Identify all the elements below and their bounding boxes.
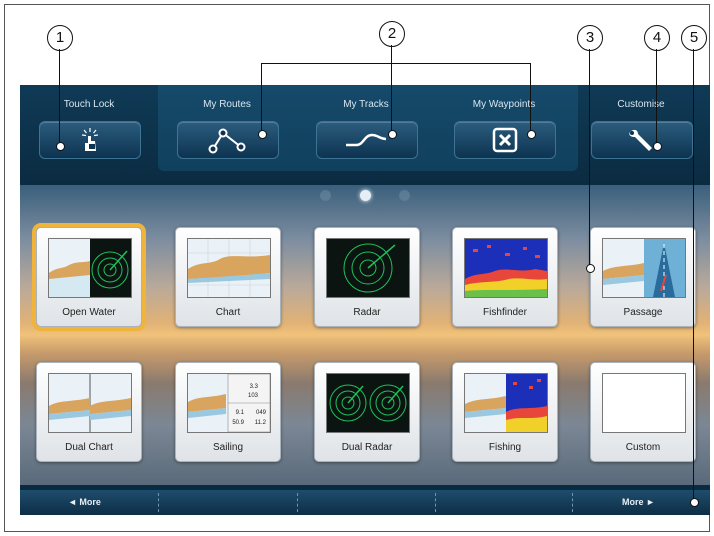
leader-point-2b <box>388 130 397 139</box>
leader-line-2c <box>530 63 531 133</box>
tile-dual-radar[interactable]: Dual Radar <box>314 362 420 462</box>
figure-frame: 1 2 3 4 5 Touch Lock My Routes My Tracks… <box>4 4 710 532</box>
my-routes-item: My Routes <box>158 85 296 171</box>
callout-3: 3 <box>577 25 603 51</box>
chart-thumbnail <box>187 238 271 298</box>
leader-line-2-bar <box>261 63 531 64</box>
custom-thumbnail <box>602 373 686 433</box>
leader-line-2a <box>261 63 262 133</box>
leader-point-3 <box>586 264 595 273</box>
passage-thumbnail <box>602 238 686 298</box>
tile-open-water[interactable]: Open Water <box>36 227 142 327</box>
touch-lock-item: Touch Lock <box>20 85 158 171</box>
my-waypoints-item: My Waypoints <box>435 85 573 171</box>
sailing-value: 9.1 <box>236 410 245 416</box>
page-dot-1[interactable] <box>320 190 332 201</box>
my-tracks-label: My Tracks <box>343 99 389 110</box>
callout-5: 5 <box>681 25 707 51</box>
tile-label: Chart <box>215 307 241 318</box>
leader-point-2c <box>527 130 536 139</box>
fishing-thumbnail <box>464 373 548 433</box>
my-waypoints-button[interactable] <box>454 121 556 159</box>
open-water-thumbnail <box>48 238 132 298</box>
callout-1: 1 <box>47 25 73 51</box>
dual-chart-thumbnail <box>48 373 132 433</box>
sailing-value: 11.2 <box>255 420 267 426</box>
waypoint-icon <box>492 127 518 153</box>
tile-radar[interactable]: Radar <box>314 227 420 327</box>
leader-line-4 <box>656 49 657 145</box>
divider <box>435 493 437 512</box>
sailing-value: 3.3 <box>250 384 259 390</box>
sailing-value: 103 <box>248 393 259 399</box>
home-screen: Touch Lock My Routes My Tracks My Waypoi… <box>20 85 710 515</box>
more-left-button[interactable]: ◄ More <box>68 490 101 515</box>
bottom-bar: ◄ More More ► <box>20 490 710 515</box>
callout-2: 2 <box>379 21 405 47</box>
divider <box>572 493 574 512</box>
leader-line-2 <box>391 45 392 63</box>
tile-label: Dual Radar <box>341 442 393 453</box>
route-icon <box>208 128 246 154</box>
leader-point-4 <box>653 142 662 151</box>
tile-label: Radar <box>353 307 381 318</box>
leader-line-2b <box>391 63 392 133</box>
sailing-value: 50.9 <box>232 420 244 426</box>
tile-chart[interactable]: Chart <box>175 227 281 327</box>
tile-fishfinder[interactable]: Fishfinder <box>452 227 558 327</box>
tile-label: Dual Chart <box>65 442 113 453</box>
my-tracks-item: My Tracks <box>297 85 435 171</box>
touch-lock-button[interactable] <box>39 121 141 159</box>
touch-lock-label: Touch Lock <box>63 99 115 110</box>
divider <box>158 493 160 512</box>
my-routes-label: My Routes <box>203 99 251 110</box>
track-icon <box>346 133 387 147</box>
tile-label: Passage <box>623 307 663 318</box>
tile-sailing[interactable]: 3.3 103 9.1 049 50.9 11.2 Sailing <box>175 362 281 462</box>
leader-line-5 <box>693 49 694 501</box>
tile-label: Custom <box>625 442 661 453</box>
top-bar: Touch Lock My Routes My Tracks My Waypoi… <box>20 85 710 185</box>
callout-4: 4 <box>644 25 670 51</box>
customise-item: Customise <box>572 85 710 171</box>
customise-label: Customise <box>617 99 665 110</box>
leader-point-1 <box>56 142 65 151</box>
page-dot-2[interactable] <box>359 190 371 201</box>
tile-fishing[interactable]: Fishing <box>452 362 558 462</box>
tile-label: Fishfinder <box>483 307 527 318</box>
more-right-button[interactable]: More ► <box>622 490 655 515</box>
customise-button[interactable] <box>591 121 693 159</box>
tile-label: Fishing <box>488 442 522 453</box>
leader-line-3 <box>589 49 590 267</box>
my-waypoints-label: My Waypoints <box>472 99 536 110</box>
page-indicator <box>20 188 710 206</box>
fishfinder-thumbnail <box>464 238 548 298</box>
leader-line-1 <box>59 49 60 145</box>
radar-thumbnail <box>326 238 410 298</box>
tile-label: Sailing <box>212 442 244 453</box>
sailing-thumbnail: 3.3 103 9.1 049 50.9 11.2 <box>187 373 271 433</box>
divider <box>297 493 299 512</box>
tile-passage[interactable]: Passage <box>590 227 696 327</box>
tile-custom[interactable]: Custom <box>590 362 696 462</box>
touch-lock-icon <box>81 128 99 151</box>
tile-dual-chart[interactable]: Dual Chart <box>36 362 142 462</box>
leader-point-5 <box>690 498 699 507</box>
page-dot-3[interactable] <box>398 190 410 201</box>
dual-radar-thumbnail <box>326 373 410 433</box>
sailing-value: 049 <box>256 410 267 416</box>
my-routes-button[interactable] <box>177 121 279 159</box>
leader-point-2a <box>258 130 267 139</box>
tile-label: Open Water <box>62 307 116 318</box>
my-tracks-button[interactable] <box>316 121 418 159</box>
